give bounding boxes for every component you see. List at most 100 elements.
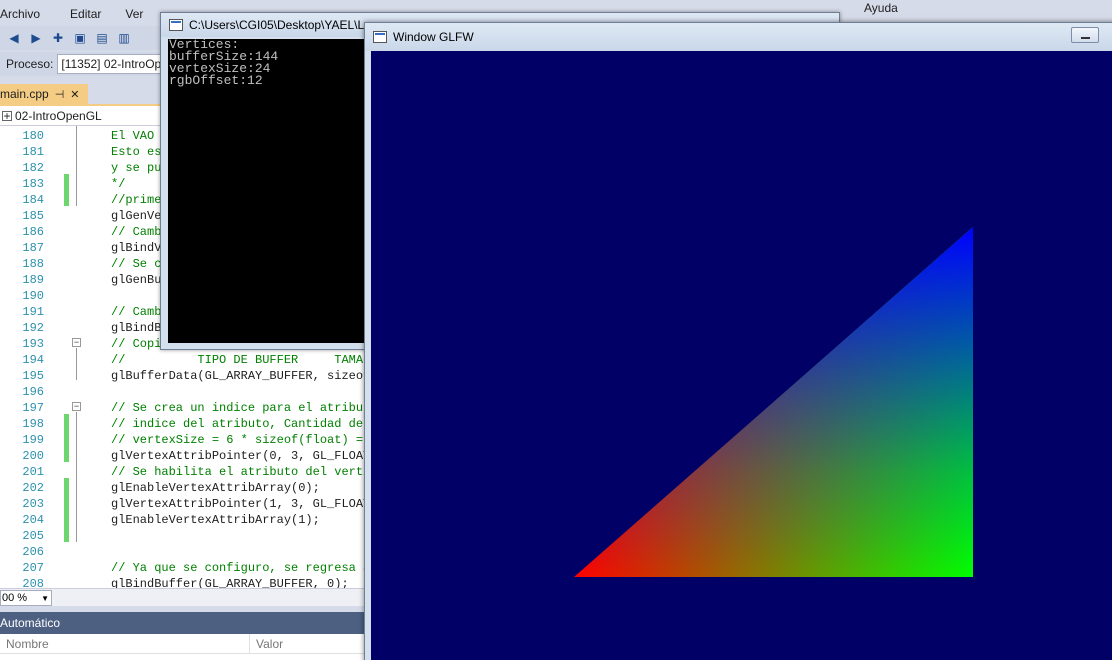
change-indicator	[64, 478, 69, 542]
code-text: */	[111, 177, 126, 191]
line-number: 208	[22, 577, 44, 588]
code-text: glEnableVertexAttribArray(0);	[111, 481, 320, 495]
line-number: 195	[22, 369, 44, 383]
line-number: 198	[22, 417, 44, 431]
code-line[interactable]: 202 glEnableVertexAttribArray(0);	[0, 480, 365, 496]
code-text: // Ya que se configuro, se regresa a	[111, 561, 365, 575]
code-text: glBindBuffer(GL_ARRAY_BUFFER, 0);	[111, 577, 349, 588]
fold-toggle[interactable]: −	[72, 402, 81, 411]
code-text: // vertexSize = 6 * sizeof(float) =	[111, 433, 364, 447]
line-number: 204	[22, 513, 44, 527]
open-folder-icon[interactable]: ▣	[72, 30, 88, 46]
project-icon: +	[2, 108, 12, 123]
line-number: 187	[22, 241, 44, 255]
new-project-icon[interactable]: ✚	[50, 30, 66, 46]
code-text: // Camb	[111, 305, 162, 319]
line-number: 194	[22, 353, 44, 367]
fold-line	[76, 412, 77, 542]
code-text: glEnableVertexAttribArray(1);	[111, 513, 320, 527]
line-number: 202	[22, 481, 44, 495]
code-text: glGenBu	[111, 273, 162, 287]
change-indicator	[64, 174, 69, 206]
column-name[interactable]: Nombre	[0, 634, 250, 653]
line-number: 200	[22, 449, 44, 463]
code-text: glVertexAttribPointer(0, 3, GL_FLOAT	[111, 449, 365, 463]
code-line[interactable]: 205	[0, 528, 365, 544]
menu-ver[interactable]: Ver	[113, 0, 155, 26]
code-text: glVertexAttribPointer(1, 3, GL_FLOAT	[111, 497, 365, 511]
code-text: glGenVe	[111, 209, 162, 223]
column-value[interactable]: Valor	[250, 634, 365, 653]
glfw-titlebar[interactable]: Window GLFW	[365, 23, 1112, 51]
code-text: glBindV	[111, 241, 162, 255]
code-line[interactable]: 195 glBufferData(GL_ARRAY_BUFFER, sizeof	[0, 368, 365, 384]
console-app-icon	[169, 19, 183, 31]
line-number: 186	[22, 225, 44, 239]
line-number: 185	[22, 209, 44, 223]
autos-panel-title[interactable]: Automático	[0, 612, 365, 634]
nav-project-name[interactable]: 02-IntroOpenGL	[15, 109, 102, 123]
save-icon[interactable]: ▤	[94, 30, 110, 46]
code-text: // Copi	[111, 337, 162, 351]
fold-toggle[interactable]: −	[72, 338, 81, 347]
menu-archivo[interactable]: Archivo	[0, 0, 52, 26]
line-number: 197	[22, 401, 44, 415]
tab-main-cpp[interactable]: main.cpp ⊣ ✕	[0, 84, 88, 104]
zoom-value: 00 %	[2, 592, 28, 604]
close-icon[interactable]: ✕	[70, 88, 79, 101]
code-line[interactable]: 198 // indice del atributo, Cantidad de	[0, 416, 365, 432]
line-number: 188	[22, 257, 44, 271]
pin-icon[interactable]: ⊣	[55, 88, 65, 101]
glfw-app-icon	[373, 31, 387, 43]
code-line[interactable]: 196	[0, 384, 365, 400]
triangle-blue-overlay	[574, 227, 973, 577]
code-line[interactable]: 201 // Se habilita el atributo del verti	[0, 464, 365, 480]
code-text: y se pu	[111, 161, 162, 175]
fold-line	[76, 126, 77, 206]
save-all-icon[interactable]: ▥	[116, 30, 132, 46]
line-number: 207	[22, 561, 44, 575]
code-text: // Se habilita el atributo del verti	[111, 465, 365, 479]
opengl-canvas[interactable]	[371, 51, 1112, 660]
change-indicator	[64, 414, 69, 462]
code-line[interactable]: 199 // vertexSize = 6 * sizeof(float) =	[0, 432, 365, 448]
chevron-down-icon: ▼	[41, 593, 49, 603]
autos-panel: Automático Nombre Valor	[0, 612, 365, 660]
zoom-select[interactable]: 00 % ▼	[0, 590, 52, 606]
code-text: // Camb	[111, 225, 162, 239]
line-number: 196	[22, 385, 44, 399]
line-number: 203	[22, 497, 44, 511]
process-label: Proceso:	[6, 57, 54, 71]
code-line[interactable]: 200 glVertexAttribPointer(0, 3, GL_FLOAT	[0, 448, 365, 464]
desktop: Archivo Editar Ver Ayuda ◀ ▶ ✚ ▣ ▤ ▥ Pro…	[0, 0, 1112, 660]
code-line[interactable]: 194 // TIPO DE BUFFER TAMA	[0, 352, 365, 368]
line-number: 182	[22, 161, 44, 175]
line-number: 205	[22, 529, 44, 543]
code-line[interactable]: 206	[0, 544, 365, 560]
code-line[interactable]: 204 glEnableVertexAttribArray(1);	[0, 512, 365, 528]
menu-editar[interactable]: Editar	[52, 0, 113, 26]
line-number: 192	[22, 321, 44, 335]
line-number: 189	[22, 273, 44, 287]
zoom-bar: 00 % ▼	[0, 588, 365, 606]
line-number: 180	[22, 129, 44, 143]
process-select[interactable]: [11352] 02-IntroOp	[57, 54, 168, 74]
triangle-render	[574, 227, 973, 577]
glfw-title: Window GLFW	[393, 30, 474, 44]
forward-icon[interactable]: ▶	[28, 30, 44, 46]
minimize-button[interactable]	[1071, 27, 1099, 43]
code-line[interactable]: 203 glVertexAttribPointer(1, 3, GL_FLOAT	[0, 496, 365, 512]
code-line[interactable]: 208 glBindBuffer(GL_ARRAY_BUFFER, 0);	[0, 576, 365, 588]
glfw-window[interactable]: Window GLFW	[364, 22, 1112, 660]
code-text: //prime	[111, 193, 162, 207]
code-line[interactable]: 207 // Ya que se configuro, se regresa a	[0, 560, 365, 576]
line-number: 183	[22, 177, 44, 191]
code-text: glBindB	[111, 321, 162, 335]
back-icon[interactable]: ◀	[6, 30, 22, 46]
code-text: Esto es	[111, 145, 162, 159]
line-number: 206	[22, 545, 44, 559]
code-line[interactable]: 197 // Se crea un indice para el atribut	[0, 400, 365, 416]
code-text: // Se c	[111, 257, 162, 271]
menu-ayuda[interactable]: Ayuda	[852, 0, 910, 20]
code-text: El VAO	[111, 129, 155, 143]
